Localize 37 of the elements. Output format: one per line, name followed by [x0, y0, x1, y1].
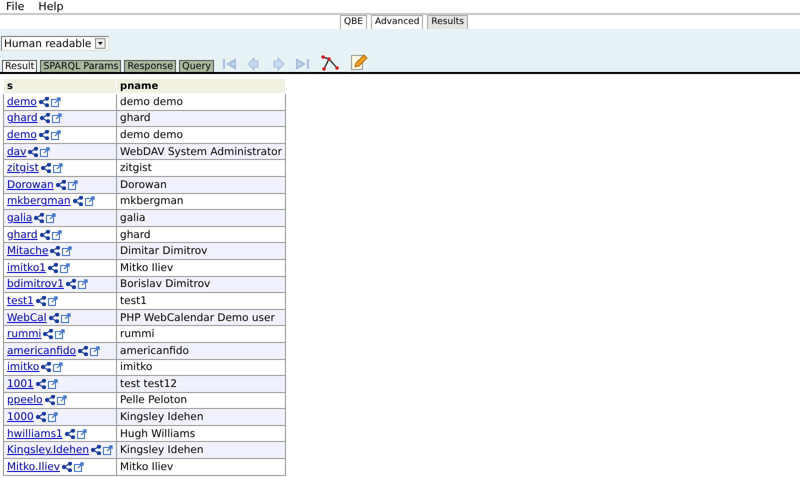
table-cell: galia: [116, 210, 286, 226]
tab[interactable]: Query: [179, 60, 214, 72]
table-cell: Mitko Iliev: [116, 259, 286, 276]
table-cell: rummi: [116, 326, 286, 342]
tab[interactable]: QBE: [340, 15, 367, 29]
table-cell: americanfido: [116, 342, 286, 359]
column-header: s: [4, 78, 117, 94]
link[interactable]: demo: [7, 96, 37, 108]
table-cell: WebDAV System Administrator: [116, 143, 286, 160]
tab[interactable]: Result: [2, 60, 38, 72]
column-header: pname: [116, 78, 286, 94]
link[interactable]: demo: [7, 128, 37, 141]
table-cell: Borislav Dimitrov: [116, 276, 286, 293]
table-cell: Dorowan: [116, 176, 286, 194]
table-cell: Dimitar Dimitrov: [116, 242, 286, 260]
tab[interactable]: Results: [427, 15, 468, 29]
table-cell: Mitko Iliev: [116, 458, 286, 476]
table-cell: demo demo: [116, 126, 286, 144]
format-dropdown[interactable]: Human readable: [1, 36, 109, 51]
tab[interactable]: SPARQL Params: [40, 60, 122, 72]
table-cell: demo demo: [116, 94, 286, 110]
table-cell: test test12: [116, 376, 286, 392]
table-cell: Kingsley Idehen: [116, 408, 286, 426]
table-cell: Kingsley Idehen: [116, 442, 286, 459]
menu-item[interactable]: File: [6, 0, 24, 13]
link[interactable]: 1001: [7, 378, 34, 390]
table-cell: zitgist: [116, 160, 286, 176]
table-cell: PHP WebCalendar Demo user: [116, 309, 286, 326]
tab[interactable]: Advanced: [370, 15, 424, 29]
link[interactable]: 1000: [7, 411, 34, 424]
table-cell: ghard: [116, 110, 286, 127]
link[interactable]: galia: [7, 212, 32, 224]
tab[interactable]: Response: [124, 60, 176, 72]
link[interactable]: dav: [7, 146, 26, 158]
link[interactable]: test1: [7, 294, 34, 307]
table-cell: test1: [116, 292, 286, 310]
menu-item[interactable]: Help: [38, 0, 64, 13]
